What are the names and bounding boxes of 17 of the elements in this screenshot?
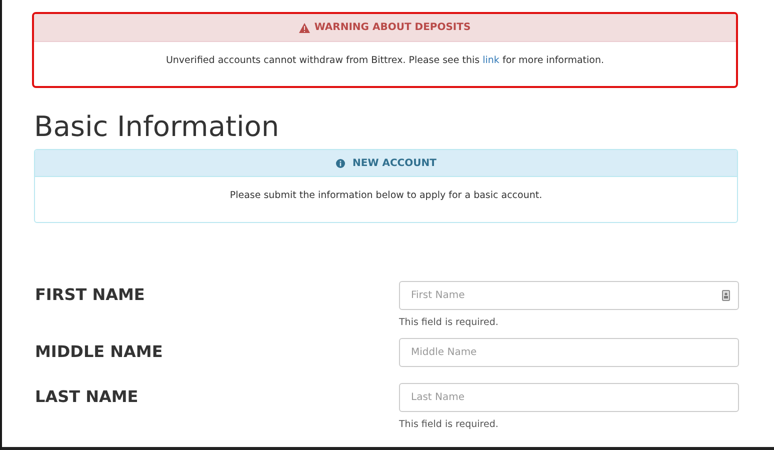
field-label: FIRST NAME [35, 284, 146, 306]
info-link[interactable]: link [482, 55, 500, 66]
info-message: Please submit the information below to apply for a basic account. [230, 190, 542, 201]
input-field[interactable]: First Name [399, 281, 739, 310]
contact-card-icon[interactable] [722, 290, 730, 301]
input-field[interactable]: Last Name [399, 383, 739, 412]
field-label: LAST NAME [35, 386, 140, 408]
error-message: This field is required. [399, 419, 500, 430]
info-icon [336, 158, 345, 168]
warning-icon [299, 22, 310, 32]
warning-title: WARNING ABOUT DEPOSITS [314, 22, 471, 33]
field-label: MIDDLE NAME [35, 341, 164, 363]
warning-message: Unverified accounts cannot withdraw from Bittrex. Please see this link for more information. [166, 55, 604, 66]
error-message: This field is required. [399, 317, 500, 328]
info-title: NEW ACCOUNT [352, 158, 436, 168]
input-field[interactable]: Middle Name [399, 338, 739, 367]
page-heading: Basic Information [34, 110, 280, 143]
